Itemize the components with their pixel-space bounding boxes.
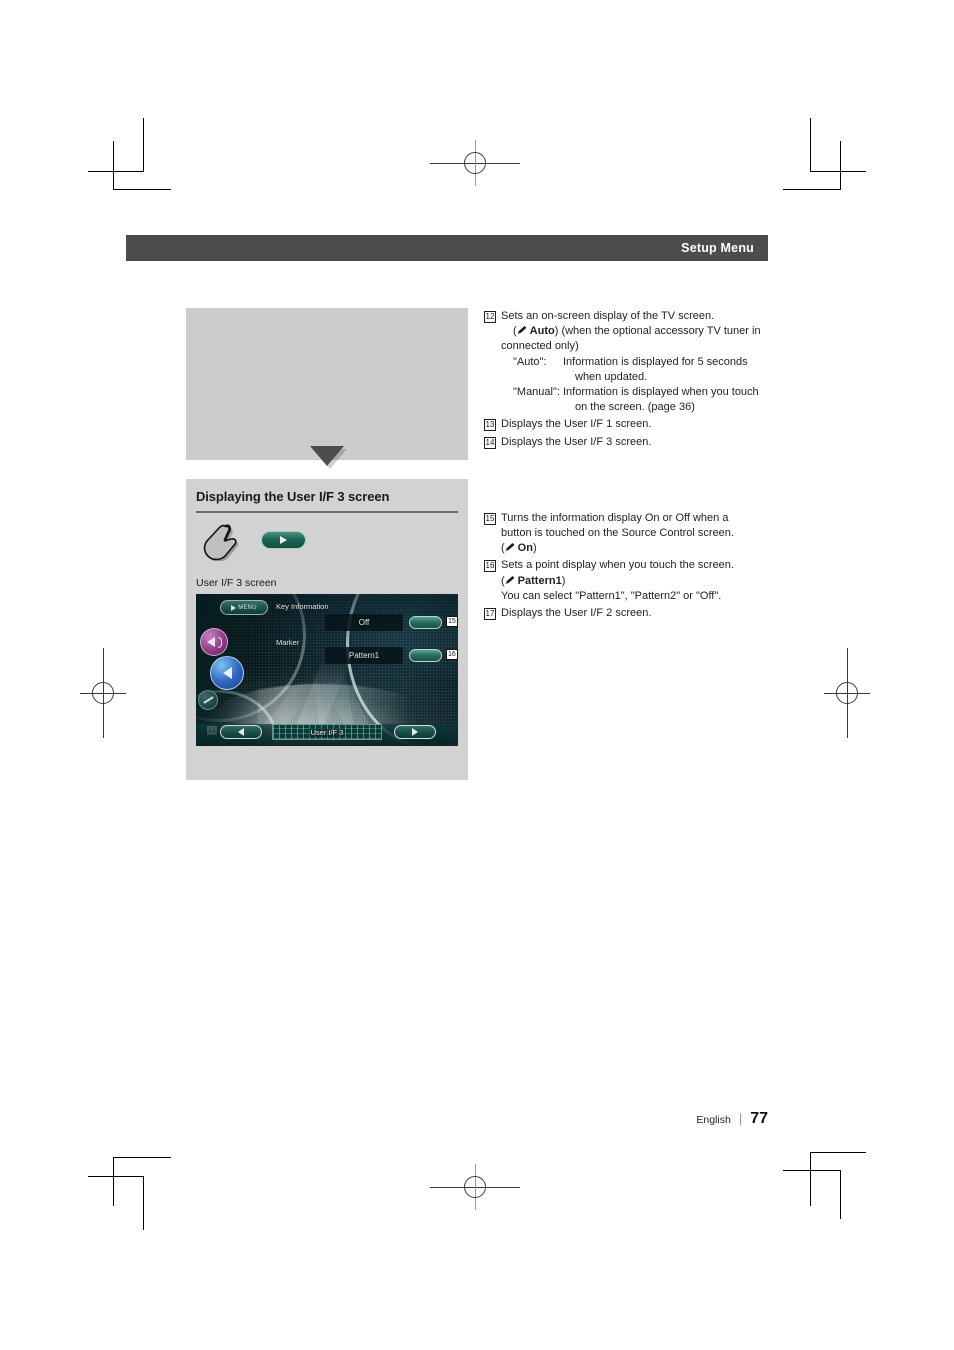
flow-down-arrow [186, 446, 468, 476]
pencil-icon [517, 326, 527, 335]
item-number: 16 [484, 560, 496, 573]
speaker-wave-icon [217, 636, 222, 648]
manual-row: "Manual": Information is displayed when … [513, 385, 784, 400]
page-header-title: Setup Menu [681, 241, 754, 255]
device-screen-mock: MENU Key Information Marker Off Pattern1… [196, 594, 458, 746]
section-panel: Displaying the User I/F 3 screen User I/… [186, 479, 468, 780]
footer-language: English [696, 1114, 731, 1126]
play-next-button[interactable] [261, 531, 306, 549]
item-body: Sets an on-screen display of the TV scre… [501, 309, 784, 415]
item-body: Displays the User I/F 1 screen. [501, 417, 784, 432]
step-instruction-row [198, 521, 458, 563]
lcd-title-strip: User I/F 3 [272, 724, 382, 740]
section-heading: Displaying the User I/F 3 screen [196, 489, 390, 504]
callout-15: 15 [446, 616, 458, 627]
screen-caption: User I/F 3 screen [196, 577, 277, 589]
page-header-band: Setup Menu [126, 235, 768, 261]
list-item-16: 16 Sets a point display when you touch t… [484, 558, 784, 604]
item-line: Displays the User I/F 2 screen. [501, 607, 652, 620]
item-line: Displays the User I/F 1 screen. [501, 418, 652, 431]
list-item-15: 15 Turns the information display On or O… [484, 511, 784, 557]
page-number: 77 [750, 1110, 768, 1127]
manual-text: Information is displayed when you touch [563, 386, 759, 399]
item-line: Sets an on-screen display of the TV scre… [501, 310, 715, 322]
item-number: 14 [484, 436, 496, 449]
item-line: button is touched on the Source Control … [501, 527, 734, 540]
top-illustration-placeholder [186, 308, 468, 460]
paren-close: ) [532, 542, 537, 555]
marker-value: Pattern1 [325, 647, 403, 664]
item-line: connected only) [501, 340, 579, 353]
default-value: Pattern1 [517, 574, 562, 587]
item-line: Displays the User I/F 3 screen. [501, 435, 652, 448]
auto-label: "Auto": [513, 355, 547, 368]
mute-icon[interactable] [198, 690, 218, 710]
menu-button[interactable]: MENU [220, 600, 268, 615]
column-spacer [484, 452, 784, 511]
heading-divider [196, 511, 458, 513]
item-body: Turns the information display On or Off … [501, 511, 784, 557]
home-back-icon[interactable] [210, 656, 244, 690]
list-item-12: 12 Sets an on-screen display of the TV s… [484, 309, 784, 415]
list-item-13: 13 Displays the User I/F 1 screen. [484, 417, 784, 432]
item-number: 15 [484, 512, 496, 525]
registration-mark-right [824, 648, 870, 738]
paren-close: ) [561, 574, 566, 587]
pencil-icon [505, 543, 515, 552]
marker-label: Marker [276, 638, 300, 647]
key-information-toggle-button[interactable] [409, 616, 442, 629]
registration-mark-left [80, 648, 126, 738]
pointing-hand-icon [203, 524, 239, 561]
manual-continuation: on the screen. (page 36) [575, 401, 695, 414]
item-default-line: (Auto) (when the optional accessory TV t… [501, 324, 784, 339]
item-line: Sets a point display when you touch the … [501, 559, 734, 572]
registration-mark-top [430, 140, 520, 186]
registration-mark-bottom [430, 1164, 520, 1210]
key-information-label: Key Information [276, 602, 329, 611]
callout-16: 16 [446, 649, 458, 660]
pencil-icon [505, 575, 515, 584]
item-body: Displays the User I/F 2 screen. [501, 606, 784, 621]
item-line: You can select "Pattern1", "Pattern2" or… [501, 589, 722, 602]
auto-text: Information is displayed for 5 seconds [563, 355, 748, 368]
item-body: Sets a point display when you touch the … [501, 558, 784, 604]
item-body: Displays the User I/F 3 screen. [501, 435, 784, 450]
right-triangle-icon [412, 728, 418, 736]
list-item-17: 17 Displays the User I/F 2 screen. [484, 606, 784, 621]
down-arrow-icon [310, 446, 344, 466]
default-value: Auto [529, 325, 555, 338]
item-default-line: (Pattern1) [501, 574, 784, 589]
menu-triangle-icon [231, 604, 237, 611]
speaker-cone-icon [206, 637, 215, 647]
menu-button-label: MENU [238, 604, 257, 611]
list-item-14: 14 Displays the User I/F 3 screen. [484, 435, 784, 450]
item-sub-rows: "Auto": Information is displayed for 5 s… [501, 355, 784, 416]
manual-label: "Manual": [513, 386, 560, 399]
item-default-line: (On) [501, 541, 784, 556]
play-triangle-icon [280, 536, 287, 544]
illustration-image [186, 308, 468, 460]
lcd-title-text: User I/F 3 [308, 727, 346, 737]
marker-toggle-button[interactable] [409, 649, 442, 662]
left-triangle-icon [238, 728, 244, 736]
item-line: Turns the information display On or Off … [501, 511, 729, 524]
instruction-list: 12 Sets an on-screen display of the TV s… [484, 309, 784, 623]
previous-screen-button[interactable] [220, 725, 262, 739]
mute-slash-icon [203, 696, 214, 704]
key-information-value: Off [325, 614, 403, 631]
page-footer: English | 77 [560, 1110, 768, 1128]
paren-close: ) (when the optional accessory TV tuner … [554, 325, 761, 338]
default-value: On [517, 542, 533, 555]
next-screen-button[interactable] [394, 725, 436, 739]
item-number: 17 [484, 608, 496, 621]
footer-divider: | [738, 1111, 743, 1126]
back-arrow-icon [222, 667, 232, 679]
auto-row: "Auto": Information is displayed for 5 s… [513, 355, 784, 370]
item-number: 13 [484, 419, 496, 432]
item-number: 12 [484, 311, 496, 323]
auto-continuation: when updated. [575, 370, 648, 383]
speaker-volume-icon[interactable] [200, 628, 228, 656]
